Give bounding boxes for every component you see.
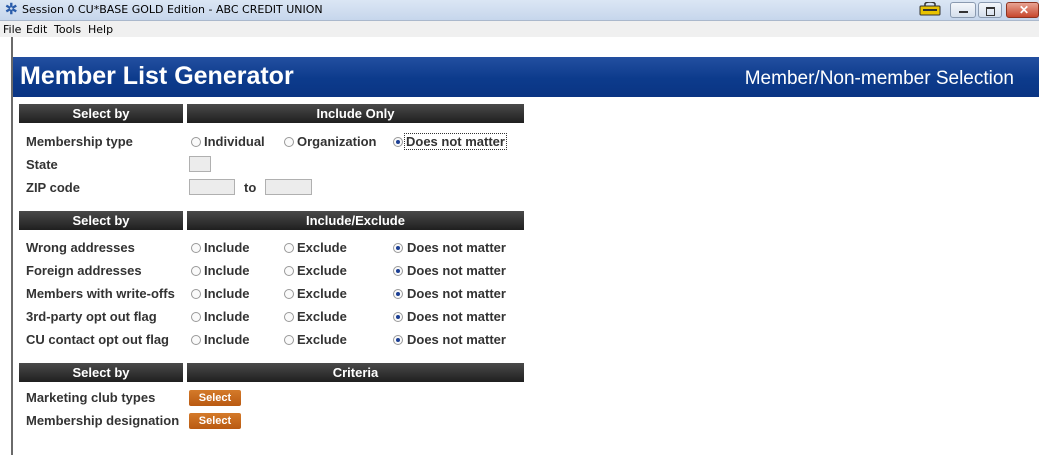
menu-edit[interactable]: Edit — [26, 23, 47, 36]
state-field[interactable] — [189, 156, 211, 172]
section2-include-exclude-header: Include/Exclude — [187, 211, 524, 230]
foreign-addresses-does-not-matter-radio[interactable] — [393, 266, 403, 276]
membership-organization-radio[interactable] — [284, 137, 294, 147]
left-border — [11, 37, 13, 455]
close-button[interactable]: ✕ — [1006, 2, 1039, 18]
third-party-opt-out-include-label[interactable]: Include — [204, 309, 250, 324]
lock-icon[interactable] — [919, 2, 941, 16]
membership-individual-radio[interactable] — [191, 137, 201, 147]
third-party-opt-out-exclude-label[interactable]: Exclude — [297, 309, 347, 324]
menu-help[interactable]: Help — [88, 23, 113, 36]
section2-select-by-header: Select by — [19, 211, 183, 230]
membership-type-label: Membership type — [26, 134, 133, 149]
window-title: Session 0 CU*BASE GOLD Edition - ABC CRE… — [22, 3, 323, 16]
foreign-addresses-include-radio[interactable] — [191, 266, 201, 276]
membership-does-not-matter-label[interactable]: Does not matter — [404, 133, 507, 150]
membership-designation-select-button[interactable]: Select — [189, 413, 241, 429]
write-offs-exclude-radio[interactable] — [284, 289, 294, 299]
write-offs-exclude-label[interactable]: Exclude — [297, 286, 347, 301]
asterisk-icon: ✲ — [5, 1, 18, 18]
third-party-opt-out-exclude-radio[interactable] — [284, 312, 294, 322]
membership-individual-label[interactable]: Individual — [204, 134, 265, 149]
menu-file[interactable]: File — [3, 23, 21, 36]
section1-include-only-header: Include Only — [187, 104, 524, 123]
menu-bar: File Edit Tools Help — [0, 21, 1039, 37]
zip-from-field[interactable] — [189, 179, 235, 195]
zip-label: ZIP code — [26, 180, 80, 195]
cu-contact-opt-out-exclude-radio[interactable] — [284, 335, 294, 345]
write-offs-label: Members with write-offs — [26, 286, 175, 301]
foreign-addresses-label: Foreign addresses — [26, 263, 142, 278]
wrong-addresses-exclude-radio[interactable] — [284, 243, 294, 253]
wrong-addresses-does-not-matter-label[interactable]: Does not matter — [407, 240, 506, 255]
write-offs-include-radio[interactable] — [191, 289, 201, 299]
membership-designation-label: Membership designation — [26, 413, 180, 428]
write-offs-does-not-matter-radio[interactable] — [393, 289, 403, 299]
write-offs-include-label[interactable]: Include — [204, 286, 250, 301]
foreign-addresses-does-not-matter-label[interactable]: Does not matter — [407, 263, 506, 278]
menu-tools[interactable]: Tools — [54, 23, 81, 36]
zip-to-label: to — [244, 180, 257, 195]
cu-contact-opt-out-does-not-matter-radio[interactable] — [393, 335, 403, 345]
marketing-club-types-select-button[interactable]: Select — [189, 390, 241, 406]
maximize-button[interactable] — [978, 2, 1002, 18]
foreign-addresses-include-label[interactable]: Include — [204, 263, 250, 278]
foreign-addresses-exclude-radio[interactable] — [284, 266, 294, 276]
membership-does-not-matter-radio[interactable] — [393, 137, 403, 147]
page-header: Member List Generator Member/Non-member … — [13, 57, 1039, 97]
wrong-addresses-include-label[interactable]: Include — [204, 240, 250, 255]
wrong-addresses-include-radio[interactable] — [191, 243, 201, 253]
state-label: State — [26, 157, 58, 172]
cu-contact-opt-out-include-label[interactable]: Include — [204, 332, 250, 347]
page-subtitle: Member/Non-member Selection — [744, 68, 1014, 89]
minimize-icon — [959, 11, 968, 13]
close-icon: ✕ — [1019, 3, 1030, 17]
maximize-icon — [986, 7, 995, 16]
zip-to-field[interactable] — [265, 179, 312, 195]
marketing-club-types-label: Marketing club types — [26, 390, 156, 405]
membership-organization-label[interactable]: Organization — [297, 134, 376, 149]
foreign-addresses-exclude-label[interactable]: Exclude — [297, 263, 347, 278]
third-party-opt-out-does-not-matter-radio[interactable] — [393, 312, 403, 322]
third-party-opt-out-label: 3rd-party opt out flag — [26, 309, 157, 324]
section1-select-by-header: Select by — [19, 104, 183, 123]
wrong-addresses-exclude-label[interactable]: Exclude — [297, 240, 347, 255]
section3-criteria-header: Criteria — [187, 363, 524, 382]
minimize-button[interactable] — [950, 2, 976, 18]
window-titlebar: ✲ Session 0 CU*BASE GOLD Edition - ABC C… — [0, 0, 1039, 21]
wrong-addresses-label: Wrong addresses — [26, 240, 135, 255]
cu-contact-opt-out-include-radio[interactable] — [191, 335, 201, 345]
cu-contact-opt-out-exclude-label[interactable]: Exclude — [297, 332, 347, 347]
third-party-opt-out-does-not-matter-label[interactable]: Does not matter — [407, 309, 506, 324]
cu-contact-opt-out-does-not-matter-label[interactable]: Does not matter — [407, 332, 506, 347]
section3-select-by-header: Select by — [19, 363, 183, 382]
wrong-addresses-does-not-matter-radio[interactable] — [393, 243, 403, 253]
third-party-opt-out-include-radio[interactable] — [191, 312, 201, 322]
cu-contact-opt-out-label: CU contact opt out flag — [26, 332, 169, 347]
page-title: Member List Generator — [20, 62, 294, 90]
write-offs-does-not-matter-label[interactable]: Does not matter — [407, 286, 506, 301]
